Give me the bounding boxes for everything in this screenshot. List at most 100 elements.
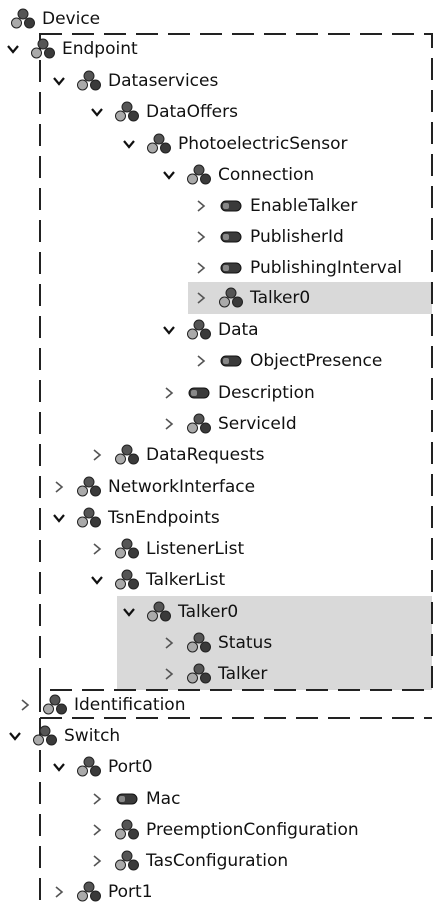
group-icon <box>186 632 212 654</box>
tree-item[interactable]: ServiceId <box>160 409 297 439</box>
chevron-down-icon[interactable] <box>50 758 68 776</box>
tree-item-label: DataRequests <box>146 445 265 465</box>
tree-item-label: Status <box>218 633 273 653</box>
chevron-right-icon[interactable] <box>88 540 106 558</box>
tree-item[interactable]: DataOffers <box>88 97 238 127</box>
tree-item[interactable]: TsnEndpoints <box>50 503 220 533</box>
tree-item[interactable]: NetworkInterface <box>50 472 255 502</box>
tree-item[interactable]: ObjectPresence <box>192 346 382 376</box>
tree-item[interactable]: Data <box>160 315 259 345</box>
tree-item-label: EnableTalker <box>250 196 358 216</box>
tree-item-label: Port1 <box>108 882 153 902</box>
group-icon <box>76 881 102 903</box>
chevron-right-icon[interactable] <box>16 696 34 714</box>
group-icon <box>76 507 102 529</box>
tree-item[interactable]: Connection <box>160 160 314 190</box>
chevron-right-icon[interactable] <box>88 852 106 870</box>
group-icon <box>76 70 102 92</box>
chevron-right-icon[interactable] <box>192 352 210 370</box>
group-icon <box>114 444 140 466</box>
group-icon <box>114 101 140 123</box>
tree-item-label: Description <box>218 383 315 403</box>
chevron-right-icon[interactable] <box>192 197 210 215</box>
tree-item[interactable]: DataRequests <box>88 440 265 470</box>
chevron-down-icon[interactable] <box>4 40 22 58</box>
tree-item[interactable]: Switch <box>6 721 120 751</box>
group-icon <box>30 38 56 60</box>
chevron-right-icon[interactable] <box>50 883 68 901</box>
group-icon <box>114 538 140 560</box>
tree-item[interactable]: Endpoint <box>4 34 138 64</box>
chevron-right-icon[interactable] <box>192 228 210 246</box>
tree-item[interactable]: Talker0 <box>120 597 238 627</box>
chevron-down-icon[interactable] <box>6 727 24 745</box>
tree-item[interactable]: Device <box>10 4 100 34</box>
tree-item[interactable]: Mac <box>88 784 180 814</box>
tree-item[interactable]: ListenerList <box>88 534 244 564</box>
tree-item[interactable]: PreemptionConfiguration <box>88 815 359 845</box>
tree-item-label: DataOffers <box>146 102 238 122</box>
tree-item-label: Port0 <box>108 757 153 777</box>
group-icon <box>186 663 212 685</box>
chevron-right-icon[interactable] <box>88 790 106 808</box>
chevron-right-icon[interactable] <box>192 259 210 277</box>
group-icon <box>186 319 212 341</box>
group-icon <box>32 725 58 747</box>
tree-item-label: Talker0 <box>178 602 239 622</box>
tree-item-label: ServiceId <box>218 414 297 434</box>
tree-item[interactable]: Talker <box>160 659 267 689</box>
chevron-down-icon[interactable] <box>120 603 138 621</box>
tree-item[interactable]: PhotoelectricSensor <box>120 129 347 159</box>
tree-item[interactable]: EnableTalker <box>192 191 357 221</box>
tree-item-label: Dataservices <box>108 71 219 91</box>
tree-item[interactable]: Port0 <box>50 752 153 782</box>
chevron-right-icon[interactable] <box>160 634 178 652</box>
tree-item-label: Identification <box>74 695 186 715</box>
group-icon <box>76 476 102 498</box>
tree-item[interactable]: PublishingInterval <box>192 253 402 283</box>
tree-item-label: PublisherId <box>250 227 344 247</box>
tree-item-label: ListenerList <box>146 539 245 559</box>
property-icon <box>218 350 244 372</box>
chevron-down-icon[interactable] <box>88 571 106 589</box>
tree-item[interactable]: TasConfiguration <box>88 846 288 876</box>
chevron-right-icon[interactable] <box>160 415 178 433</box>
group-icon <box>76 756 102 778</box>
group-icon <box>186 413 212 435</box>
group-icon <box>114 819 140 841</box>
chevron-right-icon[interactable] <box>160 665 178 683</box>
chevron-right-icon[interactable] <box>192 289 210 307</box>
chevron-down-icon[interactable] <box>120 135 138 153</box>
chevron-right-icon[interactable] <box>88 821 106 839</box>
property-icon <box>218 257 244 279</box>
group-icon <box>114 850 140 872</box>
tree-item-label: Endpoint <box>62 39 138 59</box>
tree-item[interactable]: Port1 <box>50 877 153 907</box>
chevron-down-icon[interactable] <box>50 72 68 90</box>
group-icon <box>114 569 140 591</box>
tree-item-label: NetworkInterface <box>108 477 256 497</box>
tree-item-label: Switch <box>64 726 121 746</box>
tree-item[interactable]: Identification <box>16 690 185 720</box>
tree-item-label: TalkerList <box>146 570 226 590</box>
tree-item[interactable]: PublisherId <box>192 222 344 252</box>
tree-item-label: TsnEndpoints <box>108 508 220 528</box>
chevron-down-icon[interactable] <box>160 321 178 339</box>
tree-item-label: TasConfiguration <box>146 851 289 871</box>
tree-item[interactable]: Description <box>160 378 315 408</box>
tree-item[interactable]: Talker0 <box>192 283 310 313</box>
chevron-down-icon[interactable] <box>160 166 178 184</box>
tree-item[interactable]: Dataservices <box>50 66 218 96</box>
tree-item-label: Device <box>42 9 101 29</box>
property-icon <box>218 226 244 248</box>
chevron-right-icon[interactable] <box>88 446 106 464</box>
chevron-down-icon[interactable] <box>88 103 106 121</box>
tree-item[interactable]: TalkerList <box>88 565 225 595</box>
tree-item-label: Data <box>218 320 259 340</box>
chevron-down-icon[interactable] <box>50 509 68 527</box>
tree-item[interactable]: Status <box>160 628 272 658</box>
chevron-right-icon[interactable] <box>50 478 68 496</box>
tree-item-label: PublishingInterval <box>250 258 402 278</box>
chevron-right-icon[interactable] <box>160 384 178 402</box>
tree-item-label: Talker <box>218 664 268 684</box>
